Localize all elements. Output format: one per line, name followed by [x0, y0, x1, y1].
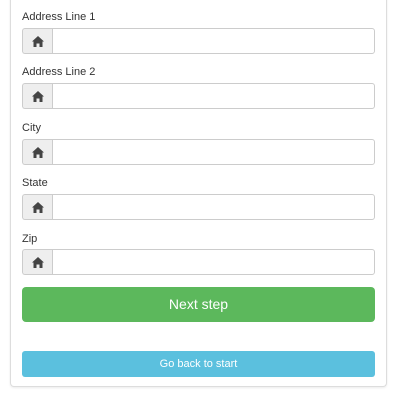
home-icon	[22, 139, 52, 165]
home-icon	[22, 194, 52, 220]
city-label: City	[22, 122, 41, 134]
address-line-2-group	[22, 83, 375, 109]
home-icon	[22, 249, 52, 275]
state-input[interactable]	[52, 194, 375, 220]
go-back-to-start-button[interactable]: Go back to start	[22, 351, 375, 377]
state-label: State	[22, 177, 48, 189]
address-line-1-label: Address Line 1	[22, 11, 96, 23]
city-input[interactable]	[52, 139, 375, 165]
city-group	[22, 139, 375, 165]
address-line-2-input[interactable]	[52, 83, 375, 109]
zip-input[interactable]	[52, 249, 375, 275]
address-line-1-group	[22, 28, 375, 54]
zip-label: Zip	[22, 233, 38, 245]
address-line-1-input[interactable]	[52, 28, 375, 54]
state-group	[22, 194, 375, 220]
next-step-button[interactable]: Next step	[22, 287, 375, 322]
zip-group	[22, 249, 375, 275]
home-icon	[22, 83, 52, 109]
home-icon	[22, 28, 52, 54]
address-line-2-label: Address Line 2	[22, 66, 96, 78]
